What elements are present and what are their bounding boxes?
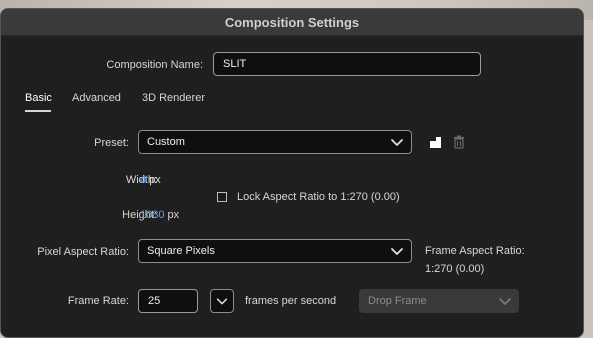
height-field[interactable]: 1080 px — [140, 209, 179, 221]
trash-icon[interactable] — [453, 135, 465, 149]
chevron-down-icon — [391, 139, 403, 146]
preset-value: Custom — [147, 136, 185, 148]
dialog-title: Composition Settings — [1, 9, 583, 36]
chevron-down-icon — [499, 298, 511, 305]
width-value[interactable]: 4 — [140, 174, 146, 186]
composition-settings-dialog: Composition Settings Composition Name: S… — [0, 8, 584, 338]
chevron-down-icon — [216, 298, 228, 305]
composition-name-value: SLIT — [223, 58, 247, 70]
drop-frame-select: Drop Frame — [359, 289, 519, 313]
pixel-aspect-label: Pixel Aspect Ratio: — [37, 246, 129, 258]
composition-name-label: Composition Name: — [106, 59, 203, 71]
frame-rate-dropdown-button[interactable] — [210, 289, 234, 313]
composition-name-input[interactable]: SLIT — [213, 52, 481, 76]
active-tab-underline — [25, 110, 51, 112]
drop-frame-value: Drop Frame — [368, 295, 427, 307]
frame-rate-label: Frame Rate: — [67, 295, 129, 307]
lock-aspect-checkbox[interactable] — [217, 192, 227, 202]
tab-basic[interactable]: Basic — [25, 92, 52, 104]
save-preset-icon[interactable] — [429, 136, 442, 149]
pixel-aspect-value: Square Pixels — [147, 245, 215, 257]
pixel-aspect-select[interactable]: Square Pixels — [138, 239, 412, 263]
frame-rate-units: frames per second — [245, 295, 337, 307]
frame-rate-value: 25 — [148, 295, 161, 307]
tab-3d-renderer[interactable]: 3D Renderer — [142, 92, 205, 104]
width-unit: px — [149, 174, 161, 186]
frame-aspect-value: 1:270 (0.00) — [425, 263, 485, 275]
tab-advanced[interactable]: Advanced — [72, 92, 121, 104]
preset-select[interactable]: Custom — [138, 130, 412, 154]
chevron-down-icon — [391, 248, 403, 255]
lock-aspect-label[interactable]: Lock Aspect Ratio to 1:270 (0.00) — [237, 191, 400, 203]
frame-rate-input[interactable]: 25 — [138, 289, 198, 313]
width-field[interactable]: 4 px — [140, 174, 161, 186]
height-value[interactable]: 1080 — [140, 209, 164, 221]
frame-aspect-label: Frame Aspect Ratio: — [425, 245, 525, 257]
height-unit: px — [167, 209, 180, 221]
preset-label: Preset: — [94, 137, 129, 149]
